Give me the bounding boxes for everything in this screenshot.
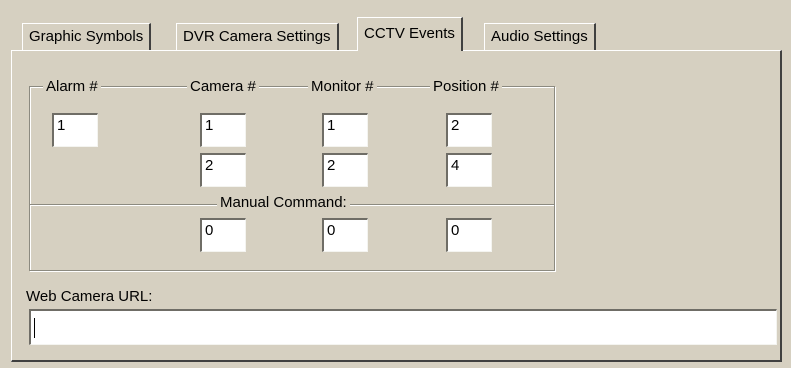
camera-column-label: Camera # (187, 78, 259, 96)
tab-strip: Graphic Symbols DVR Camera Settings CCTV… (20, 17, 780, 51)
tab-audio-settings[interactable]: Audio Settings (484, 23, 596, 50)
tab-graphic-symbols[interactable]: Graphic Symbols (22, 23, 152, 50)
text-caret (34, 318, 35, 338)
alarm-number-field[interactable]: 1 (52, 113, 98, 147)
manual-command-camera-field[interactable]: 0 (200, 218, 246, 252)
position-number-field-2[interactable]: 4 (446, 153, 492, 187)
monitor-number-field-2[interactable]: 2 (322, 153, 368, 187)
tab-dvr-camera-settings[interactable]: DVR Camera Settings (176, 23, 339, 50)
manual-command-label: Manual Command: (217, 194, 350, 212)
manual-command-position-field[interactable]: 0 (446, 218, 492, 252)
monitor-number-field-1[interactable]: 1 (322, 113, 368, 147)
alarm-column-label: Alarm # (43, 78, 101, 96)
monitor-column-label: Monitor # (308, 78, 377, 96)
position-number-field-1[interactable]: 2 (446, 113, 492, 147)
position-column-label: Position # (430, 78, 502, 96)
web-camera-url-label: Web Camera URL: (26, 288, 153, 306)
camera-number-field-2[interactable]: 2 (200, 153, 246, 187)
tab-cctv-events[interactable]: CCTV Events (357, 17, 463, 51)
manual-command-monitor-field[interactable]: 0 (322, 218, 368, 252)
web-camera-url-field[interactable] (29, 309, 777, 345)
camera-number-field-1[interactable]: 1 (200, 113, 246, 147)
